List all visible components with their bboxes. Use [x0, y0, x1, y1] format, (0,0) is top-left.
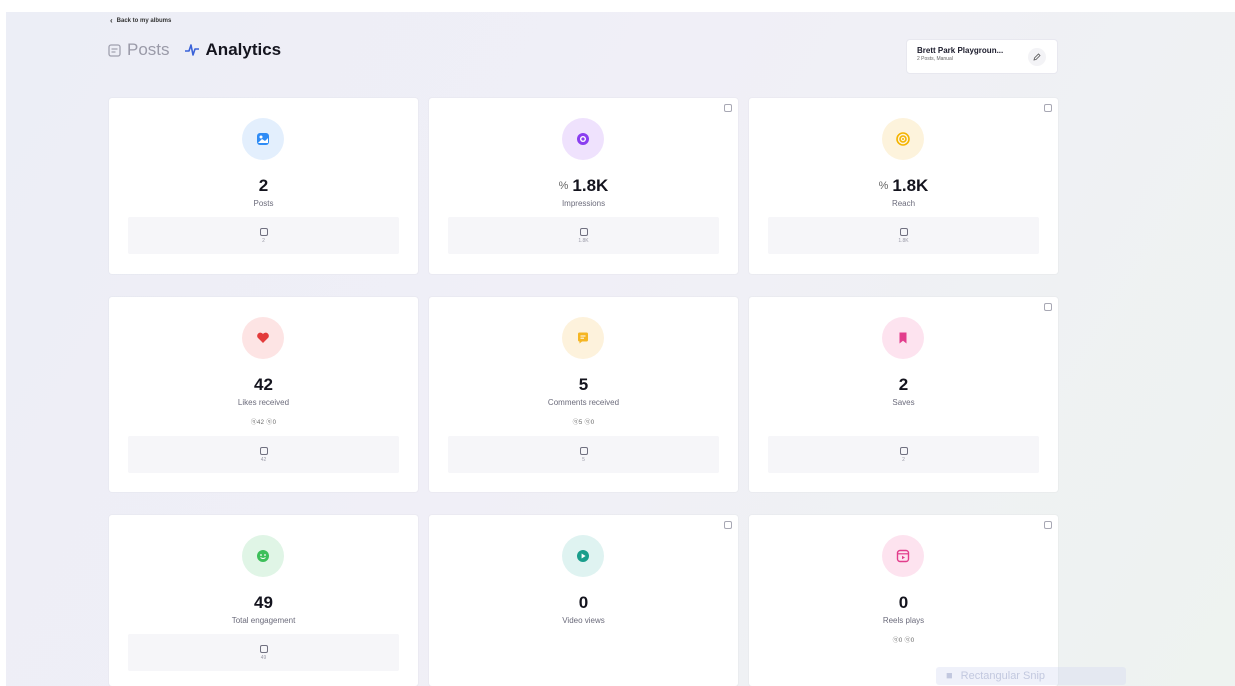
- snip-icon: ■: [946, 670, 953, 682]
- metric-footer: 1.8K: [768, 217, 1039, 254]
- metric-value: 0: [898, 593, 909, 612]
- post-icon: [899, 227, 908, 236]
- metric-label: Posts: [253, 199, 274, 208]
- footer-value: 42: [260, 456, 267, 463]
- footer-value: 1.8K: [578, 237, 589, 244]
- footer-value: 5: [582, 456, 585, 463]
- view-tabs: Posts Analytics: [108, 40, 281, 60]
- metric-footer: 49: [128, 634, 399, 671]
- metric-footer: 2: [128, 217, 399, 254]
- info-icon[interactable]: [1044, 104, 1052, 112]
- metric-label: Impressions: [561, 199, 606, 208]
- target-icon: [882, 118, 924, 160]
- image-icon: [242, 118, 284, 160]
- comment-icon: [562, 317, 604, 359]
- post-icon: [579, 446, 588, 455]
- info-icon[interactable]: [1044, 521, 1052, 529]
- metric-value: 0: [578, 593, 589, 612]
- edit-album-button[interactable]: [1028, 48, 1046, 66]
- metric-label: Reach: [891, 199, 916, 208]
- tab-analytics[interactable]: Analytics: [184, 40, 282, 60]
- metric-value: 2: [898, 375, 909, 394]
- album-card[interactable]: Brett Park Playgroun... 2 Posts, Manual: [906, 39, 1058, 74]
- metric-label: Comments received: [547, 398, 620, 407]
- pencil-icon: [1033, 53, 1041, 61]
- metric-footer: 2: [768, 436, 1039, 473]
- metric-breakdown: ⓠ5 ⓠ0: [572, 420, 595, 426]
- play-icon: [562, 535, 604, 577]
- metric-card-likes: 42 Likes received ⓠ42 ⓠ0 42: [109, 297, 418, 492]
- metric-label: Reels plays: [882, 616, 925, 625]
- footer-value: 2: [902, 456, 905, 463]
- post-icon: [259, 644, 268, 653]
- chevron-left-icon: ‹: [110, 16, 113, 25]
- metric-value: 2: [258, 176, 269, 195]
- metric-card-impressions: % 1.8K Impressions 1.8K: [429, 98, 738, 274]
- link-icon: %: [558, 180, 569, 192]
- metric-label: Video views: [562, 616, 605, 625]
- back-to-albums-link[interactable]: ‹ Back to my albums: [110, 16, 171, 25]
- metric-card-engagement: 49 Total engagement 49: [109, 515, 418, 686]
- metric-footer: 42: [128, 436, 399, 473]
- metric-label: Total engagement: [231, 616, 296, 625]
- post-icon: [579, 227, 588, 236]
- footer-value: 49: [260, 654, 267, 661]
- post-icon: [259, 446, 268, 455]
- metric-card-comments: 5 Comments received ⓠ5 ⓠ0 5: [429, 297, 738, 492]
- metric-value: % 1.8K: [558, 176, 609, 195]
- metric-breakdown: ⓠ0 ⓠ0: [892, 638, 915, 644]
- info-icon[interactable]: [724, 521, 732, 529]
- metric-card-saves: 2 Saves 2: [749, 297, 1058, 492]
- metric-label: Saves: [892, 398, 915, 407]
- post-icon: [899, 446, 908, 455]
- engagement-icon: [242, 535, 284, 577]
- bookmark-icon: [882, 317, 924, 359]
- analytics-icon: [184, 44, 199, 56]
- metric-label: Likes received: [237, 398, 290, 407]
- eye-icon: [562, 118, 604, 160]
- footer-value: 1.8K: [898, 237, 909, 244]
- info-icon[interactable]: [1044, 303, 1052, 311]
- metric-value: 49: [254, 593, 273, 612]
- metric-breakdown: ⓠ42 ⓠ0: [250, 420, 277, 426]
- metric-footer: 5: [448, 436, 719, 473]
- metric-card-reach: % 1.8K Reach 1.8K: [749, 98, 1058, 274]
- heart-icon: [242, 317, 284, 359]
- metric-card-reels-plays: 0 Reels plays ⓠ0 ⓠ0: [749, 515, 1058, 686]
- metric-value: % 1.8K: [878, 176, 929, 195]
- metric-value: 5: [578, 375, 589, 394]
- link-icon: %: [878, 180, 889, 192]
- post-icon: [259, 227, 268, 236]
- tab-posts[interactable]: Posts: [108, 40, 170, 60]
- info-icon[interactable]: [724, 104, 732, 112]
- tab-posts-label: Posts: [127, 40, 170, 59]
- metric-footer: 1.8K: [448, 217, 719, 254]
- tab-analytics-label: Analytics: [205, 40, 282, 59]
- metric-card-video-views: 0 Video views: [429, 515, 738, 686]
- footer-value: 2: [262, 237, 265, 244]
- snip-overlay: ■ Rectangular Snip: [936, 667, 1126, 685]
- back-link-label: Back to my albums: [116, 17, 172, 24]
- metric-card-posts: 2 Posts 2: [109, 98, 418, 274]
- metric-value: 42: [254, 375, 273, 394]
- posts-icon: [108, 43, 121, 57]
- snip-label: Rectangular Snip: [960, 670, 1046, 682]
- reels-icon: [882, 535, 924, 577]
